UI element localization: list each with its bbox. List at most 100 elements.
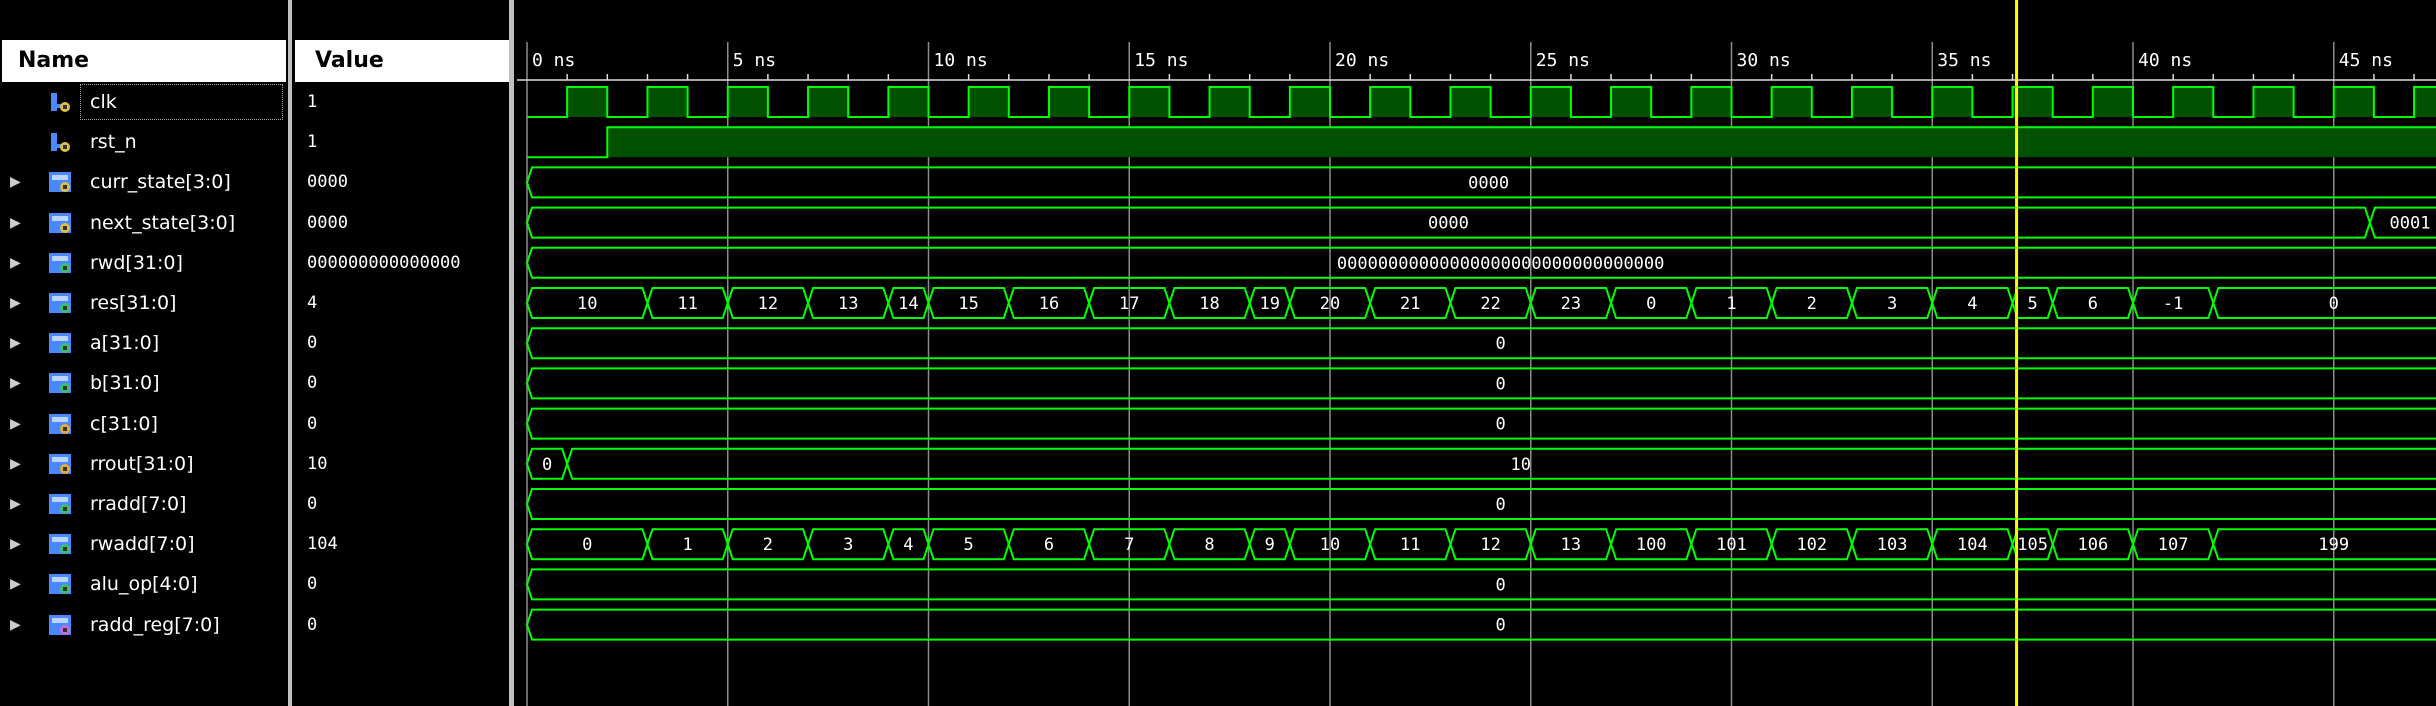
- signal-value: 0: [307, 614, 318, 635]
- expand-arrow-icon[interactable]: ▶: [10, 283, 21, 323]
- bus-value-label: 199: [2318, 535, 2349, 555]
- value-row[interactable]: 104: [295, 524, 509, 564]
- bus-segment: [525, 608, 2436, 641]
- signal-value: 4: [307, 293, 318, 313]
- output-bus-icon: [49, 574, 71, 595]
- bus-value-label: 11: [677, 294, 697, 314]
- clock-high-fill: [1450, 87, 1491, 117]
- signal-name: rwd[31:0]: [90, 251, 183, 274]
- time-tick-label: 20 ns: [1335, 50, 1389, 71]
- clock-high-fill: [2253, 87, 2294, 117]
- expand-arrow-icon[interactable]: ▶: [10, 444, 21, 484]
- bus-value-label: 0: [582, 535, 592, 555]
- clock-high-fill: [808, 87, 849, 117]
- bus-value-label: 0: [542, 455, 552, 475]
- signal-value: 0000: [307, 172, 348, 193]
- value-row[interactable]: 0: [295, 484, 509, 524]
- expand-arrow-icon[interactable]: ▶: [10, 162, 21, 202]
- expand-arrow-icon[interactable]: ▶: [10, 203, 21, 243]
- waveform-canvas[interactable]: 0 ns 5 ns 10 ns 15 ns 20 ns 25 ns 30 ns 35 ns 40…: [517, 0, 2436, 706]
- bus-value-label: 2: [1807, 294, 1817, 314]
- splitter-value-wave[interactable]: [509, 0, 514, 706]
- signal-row-rradd[interactable]: ▶ rradd[7:0]: [0, 484, 288, 524]
- bus-value-label: 0000: [1428, 214, 1469, 234]
- value-column-header[interactable]: Value: [295, 40, 509, 82]
- value-row[interactable]: 4: [295, 283, 509, 323]
- internal-bus-icon: [49, 453, 71, 474]
- expand-arrow-icon[interactable]: ▶: [10, 363, 21, 403]
- signal-row-res[interactable]: ▶ res[31:0]: [0, 283, 288, 323]
- value-row[interactable]: 1: [295, 122, 509, 162]
- signal-row-alu_op[interactable]: ▶ alu_op[4:0]: [0, 564, 288, 604]
- signal-name: radd_reg[7:0]: [90, 613, 220, 636]
- signal-row-b[interactable]: ▶ b[31:0]: [0, 363, 288, 403]
- value-row[interactable]: 0000: [295, 162, 509, 202]
- value-row[interactable]: 000000000000000: [295, 243, 509, 283]
- value-row[interactable]: 0: [295, 564, 509, 604]
- value-row[interactable]: 0: [295, 323, 509, 363]
- signal-value: 1: [307, 132, 318, 153]
- output-bus-icon: [49, 333, 71, 354]
- bus-value-label: 14: [898, 294, 918, 314]
- expand-arrow-icon[interactable]: ▶: [10, 484, 21, 524]
- signal-value: 104: [307, 534, 338, 555]
- output-bus-icon: [49, 373, 71, 394]
- bus-value-label: 0000: [1468, 173, 1509, 193]
- signal-row-next_state[interactable]: ▶ next_state[3:0]: [0, 203, 288, 243]
- signal-value: 0000: [307, 212, 348, 233]
- clock-high-fill: [2173, 87, 2214, 117]
- bus-value-label: 19: [1260, 294, 1280, 314]
- output-bus-icon: [49, 534, 71, 555]
- time-tick-label: 30 ns: [1737, 50, 1791, 71]
- time-tick-label: 25 ns: [1536, 50, 1590, 71]
- signal-value: 0: [307, 373, 318, 394]
- value-row[interactable]: 1: [295, 82, 509, 122]
- clock-high-fill: [2012, 87, 2053, 117]
- signal-row-rwd[interactable]: ▶ rwd[31:0]: [0, 243, 288, 283]
- signal-row-curr_state[interactable]: ▶ curr_state[3:0]: [0, 162, 288, 202]
- value-row[interactable]: 10: [295, 444, 509, 484]
- input-bit-icon: [51, 133, 70, 153]
- clock-high-fill: [2092, 87, 2133, 117]
- value-row[interactable]: 0000: [295, 203, 509, 243]
- bus-value-label: 12: [1480, 535, 1500, 555]
- value-row[interactable]: 0: [295, 363, 509, 403]
- name-panel: Name clk rst_n ▶ curr_state[3:0] ▶ next_state…: [0, 0, 288, 706]
- expand-arrow-icon[interactable]: ▶: [10, 564, 21, 604]
- signal-row-rst_n[interactable]: rst_n: [0, 122, 288, 162]
- signal-name: curr_state[3:0]: [90, 171, 231, 194]
- clock-high-fill: [1611, 87, 1652, 117]
- signal-row-radd_reg[interactable]: ▶ radd_reg[7:0]: [0, 605, 288, 645]
- clock-high-fill: [1691, 87, 1732, 117]
- bus-value-label: 21: [1400, 294, 1420, 314]
- signal-row-c[interactable]: ▶ c[31:0]: [0, 404, 288, 444]
- bus-value-label: 00000000000000000000000000000000: [1337, 254, 1665, 274]
- bus-value-label: 0001: [2390, 214, 2431, 234]
- bus-value-label: 0: [1496, 415, 1506, 435]
- bus-value-label: 101: [1716, 535, 1747, 555]
- signal-row-clk[interactable]: clk: [0, 82, 288, 122]
- signal-value: 10: [307, 453, 328, 474]
- bus-value-label: 4: [903, 535, 913, 555]
- value-panel: Value 1 1 0000 0000 000000000000000 4 0 0 0 10 0 10…: [295, 0, 509, 706]
- bus-segment: [525, 488, 2436, 520]
- bus-value-label: 17: [1119, 294, 1139, 314]
- splitter-name-value[interactable]: [288, 0, 292, 706]
- expand-arrow-icon[interactable]: ▶: [10, 524, 21, 564]
- time-tick-label: 5 ns: [733, 50, 776, 71]
- signal-row-rwadd[interactable]: ▶ rwadd[7:0]: [0, 524, 288, 564]
- name-column-header[interactable]: Name: [2, 40, 286, 82]
- signal-row-a[interactable]: ▶ a[31:0]: [0, 323, 288, 363]
- signal-name: rrout[31:0]: [90, 452, 194, 475]
- expand-arrow-icon[interactable]: ▶: [10, 404, 21, 444]
- bus-value-label: 16: [1039, 294, 1059, 314]
- expand-arrow-icon[interactable]: ▶: [10, 243, 21, 283]
- signal-name: rwadd[7:0]: [90, 533, 195, 556]
- expand-arrow-icon[interactable]: ▶: [10, 605, 21, 645]
- expand-arrow-icon[interactable]: ▶: [10, 323, 21, 363]
- value-row[interactable]: 0: [295, 404, 509, 444]
- signal-row-rrout[interactable]: ▶ rrout[31:0]: [0, 444, 288, 484]
- time-tick-label: 10 ns: [934, 50, 988, 71]
- bus-value-label: 10: [1510, 455, 1530, 475]
- value-row[interactable]: 0: [295, 605, 509, 645]
